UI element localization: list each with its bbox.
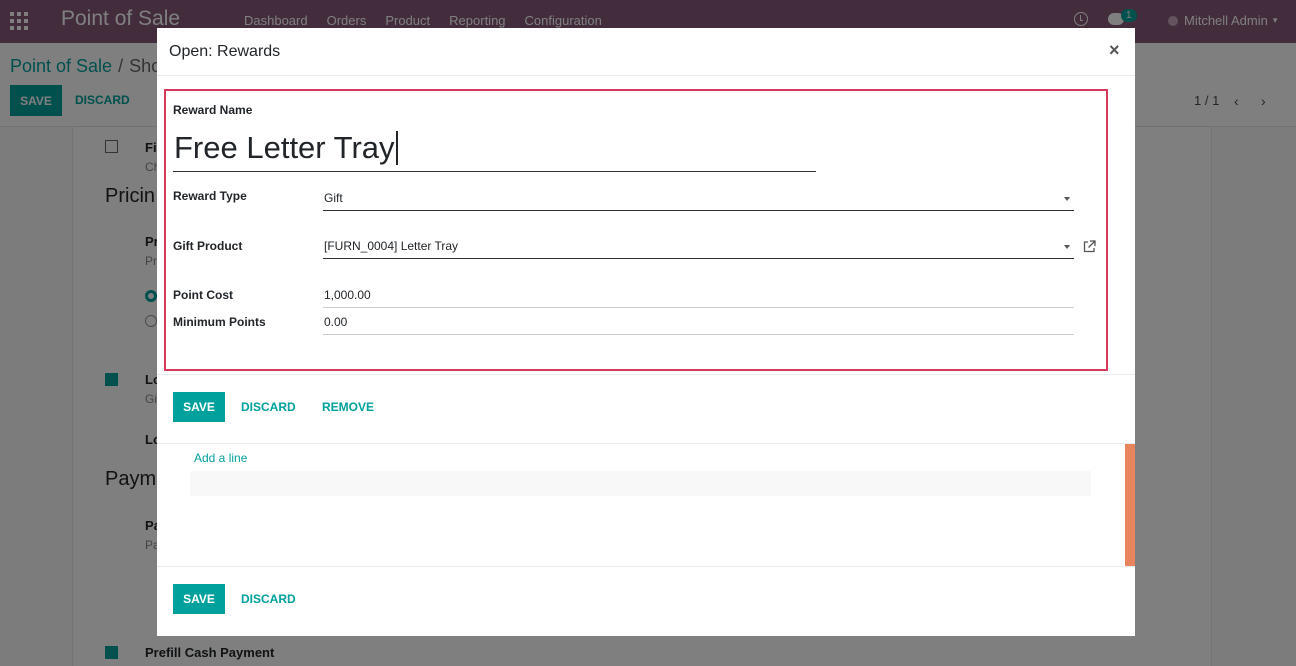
dialog-footer: SAVE DISCARD REMOVE (157, 374, 1135, 444)
discard-button[interactable]: DISCARD (241, 400, 296, 414)
reward-lines: Add a line (157, 444, 1135, 566)
outer-discard-button[interactable]: DISCARD (241, 592, 296, 606)
scrollbar[interactable] (1125, 444, 1135, 566)
close-icon[interactable]: × (1109, 40, 1120, 61)
reward-type-select[interactable]: Gift (323, 191, 1074, 211)
remove-button[interactable]: REMOVE (322, 400, 374, 414)
text-cursor (395, 131, 398, 165)
minimum-points-input[interactable]: 0.00 (323, 315, 1074, 335)
add-line-link[interactable]: Add a line (194, 451, 247, 465)
table-row (190, 471, 1091, 496)
reward-type-value: Gift (324, 191, 343, 205)
minimum-points-label: Minimum Points (173, 315, 266, 329)
gift-product-select[interactable]: [FURN_0004] Letter Tray (323, 239, 1074, 259)
rewards-dialog: Open: Rewards × Reward Name Free Letter … (157, 28, 1135, 636)
reward-form: Reward Name Free Letter Tray Reward Type… (164, 89, 1108, 371)
reward-name-label: Reward Name (173, 103, 253, 117)
dialog-title: Open: Rewards (169, 43, 281, 60)
point-cost-input[interactable]: 1,000.00 (323, 288, 1074, 308)
dialog-header: Open: Rewards × (157, 28, 1135, 76)
external-link-icon[interactable] (1083, 240, 1096, 253)
dropdown-caret-icon (1064, 245, 1070, 249)
reward-type-label: Reward Type (173, 189, 247, 203)
dropdown-caret-icon (1064, 197, 1070, 201)
point-cost-label: Point Cost (173, 288, 233, 302)
outer-dialog-footer: SAVE DISCARD (157, 566, 1135, 636)
outer-save-button[interactable]: SAVE (173, 584, 225, 614)
reward-name-value: Free Letter Tray (174, 130, 395, 165)
reward-name-input[interactable]: Free Letter Tray (173, 125, 816, 172)
gift-product-value: [FURN_0004] Letter Tray (324, 239, 459, 253)
gift-product-label: Gift Product (173, 239, 243, 253)
save-button[interactable]: SAVE (173, 392, 225, 422)
